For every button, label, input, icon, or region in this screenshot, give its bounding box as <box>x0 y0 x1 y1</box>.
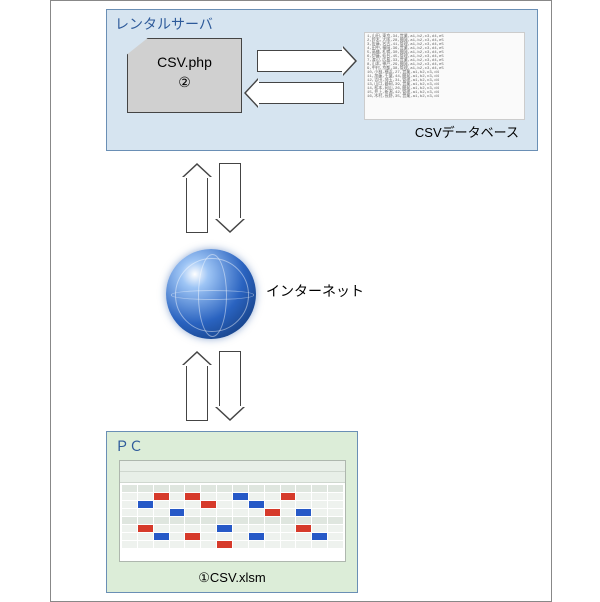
arrow-db-to-php <box>257 82 344 104</box>
excel-file-label: ①CSV.xlsm <box>107 570 357 586</box>
internet-label: インターネット <box>266 281 364 301</box>
globe-icon <box>166 249 256 339</box>
node-csv-php: CSV.php ② <box>127 38 242 113</box>
node-internet <box>166 249 256 339</box>
diagram-canvas: レンタルサーバ CSV.php ② 1,山田,東京,34,営業,a1,b2,c3… <box>50 0 552 602</box>
arrow-pc-to-internet <box>186 364 208 421</box>
csv-database-label: CSVデータベース <box>415 122 519 141</box>
arrow-internet-to-server <box>186 176 208 233</box>
node-csv-database: 1,山田,東京,34,営業,a1,b2,c3,d4,e52,鈴木,大阪,28,開… <box>364 32 525 120</box>
arrow-internet-to-pc <box>219 351 241 408</box>
zone-pc-title: ＰＣ <box>107 432 357 460</box>
csv-php-number: ② <box>128 73 241 93</box>
arrow-server-to-internet <box>219 163 241 220</box>
zone-rental-server: レンタルサーバ CSV.php ② 1,山田,東京,34,営業,a1,b2,c3… <box>106 9 538 151</box>
csv-php-filename: CSV.php <box>128 53 241 73</box>
node-excel-file <box>119 460 346 562</box>
zone-pc: ＰＣ ①CSV.xlsm <box>106 431 358 593</box>
arrow-php-to-db <box>257 50 344 72</box>
